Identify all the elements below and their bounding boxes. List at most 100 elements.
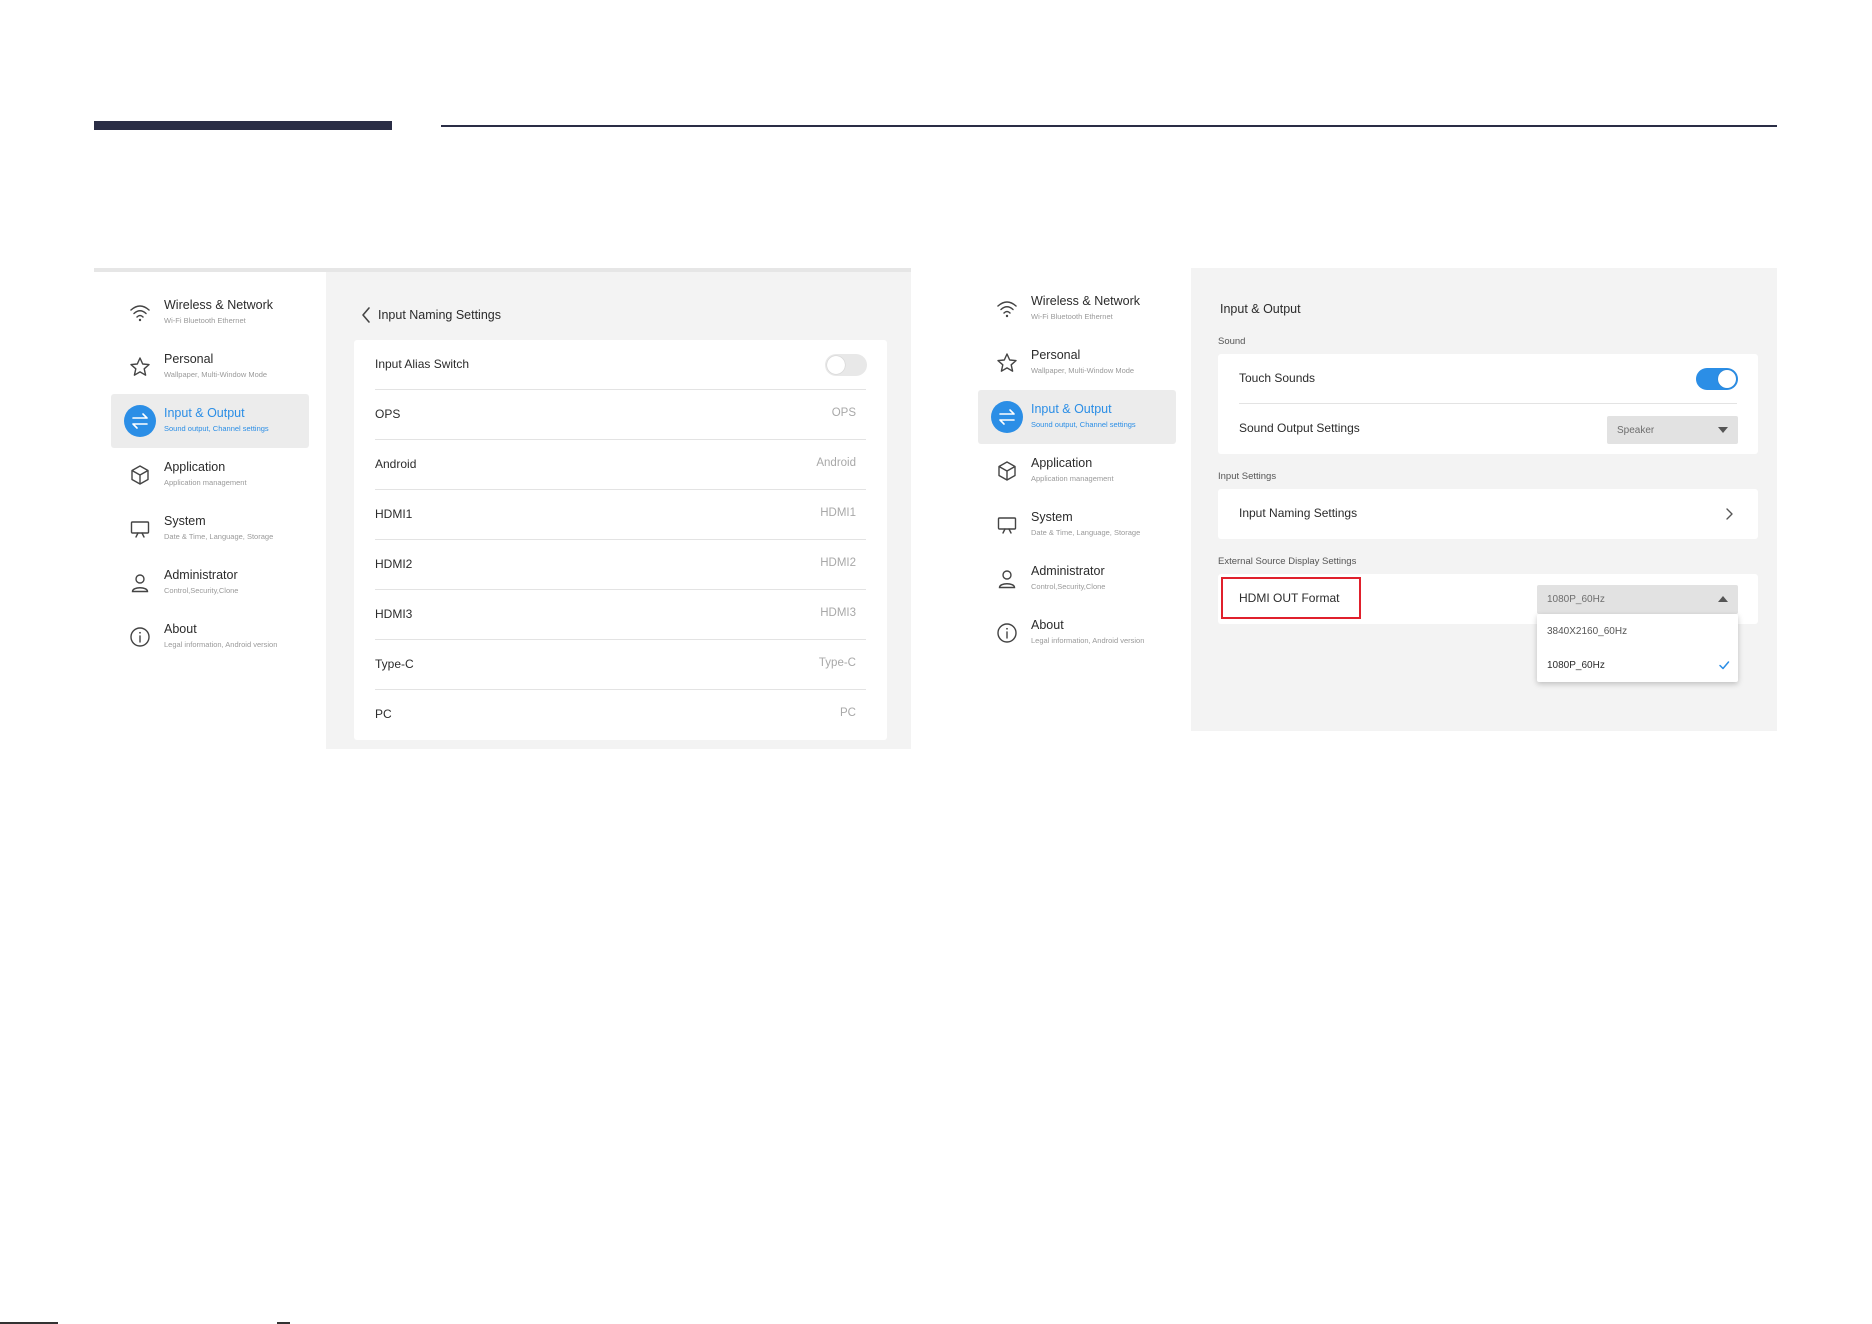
sidebar-item-application[interactable]: Application Application management [978,444,1176,498]
sound-output-dropdown[interactable]: Speaker [1607,416,1738,444]
sidebar-item-administrator[interactable]: Administrator Control,Security,Clone [111,556,309,610]
row-label: Input Alias Switch [375,357,470,371]
monitor-icon [124,513,156,545]
sidebar-item-system[interactable]: System Date & Time, Language, Storage [111,502,309,556]
caret-down-icon [1718,427,1728,433]
highlight-box [1221,577,1361,619]
row-value: Type-C [818,657,856,669]
star-icon [991,347,1023,379]
sidebar-item-subtitle: Wi-Fi Bluetooth Ethernet [164,316,246,325]
row-value: HDMI3 [820,607,856,619]
sidebar-item-personal[interactable]: Personal Wallpaper, Multi-Window Mode [111,340,309,394]
sidebar-item-subtitle: Wallpaper, Multi-Window Mode [164,370,268,379]
touch-sounds-toggle[interactable] [1696,368,1738,390]
swap-arrows-icon [124,405,156,437]
section-label-external-source: External Source Display Settings [1218,556,1357,567]
hdmi-out-format-dropdown[interactable]: 1080P_60Hz [1537,585,1738,614]
sidebar-item-title: About [1031,618,1064,632]
sidebar-item-title: System [164,514,206,528]
input-row-hdmi2[interactable]: HDMI2 HDMI2 [354,540,887,590]
option-label: 3840X2160_60Hz [1547,626,1628,637]
sound-output-row[interactable]: Sound Output Settings Speaker [1218,404,1758,454]
row-value: OPS [831,407,856,419]
sidebar-item-about[interactable]: About Legal information, Android version [111,610,309,664]
hdmi-out-format-options: 3840X2160_60Hz 1080P_60Hz [1537,614,1738,682]
option-label: 1080P_60Hz [1547,660,1605,671]
sidebar-item-application[interactable]: Application Application management [111,448,309,502]
input-row-pc[interactable]: PC PC [354,690,887,740]
dropdown-option[interactable]: 3840X2160_60Hz [1537,614,1738,648]
sidebar-item-subtitle: Application management [1031,474,1114,483]
row-value: Android [816,457,856,469]
back-arrow-icon[interactable] [360,306,372,324]
dropdown-value: Speaker [1617,425,1655,436]
sound-card: Touch Sounds Sound Output Settings Speak… [1218,354,1758,454]
settings-sidebar: Wireless & Network Wi-Fi Bluetooth Ether… [94,272,326,749]
sidebar-item-about[interactable]: About Legal information, Android version [978,606,1176,660]
sidebar-item-title: Personal [1031,348,1081,362]
row-label: Input Naming Settings [1239,506,1358,520]
touch-sounds-row[interactable]: Touch Sounds [1218,354,1758,404]
section-label-sound: Sound [1218,336,1246,347]
header-rule-thick [94,121,392,130]
info-icon [124,621,156,653]
toggle-knob [1718,370,1736,388]
wifi-icon [124,297,156,329]
sidebar-item-administrator[interactable]: Administrator Control,Security,Clone [978,552,1176,606]
row-value: PC [840,707,856,719]
sidebar-item-title: Personal [164,352,214,366]
page-title: Input Naming Settings [378,308,501,322]
sidebar-item-personal[interactable]: Personal Wallpaper, Multi-Window Mode [978,336,1176,390]
settings-main-panel: Input Naming Settings Input Alias Switch… [326,272,911,749]
right-screenshot: Wireless & Network Wi-Fi Bluetooth Ether… [961,268,1777,731]
sidebar-item-subtitle: Sound output, Channel settings [164,424,269,433]
row-label: Type-C [375,657,414,671]
left-screenshot: Wireless & Network Wi-Fi Bluetooth Ether… [94,268,911,749]
cube-icon [991,455,1023,487]
settings-main-panel: Input & Output Sound Touch Sounds Sound … [1191,268,1777,731]
header-rule-thin [441,125,1777,127]
sidebar-item-subtitle: Wi-Fi Bluetooth Ethernet [1031,312,1113,321]
input-row-android[interactable]: Android Android [354,440,887,490]
row-label: Sound Output Settings [1239,421,1360,435]
sidebar-item-system[interactable]: System Date & Time, Language, Storage [978,498,1176,552]
person-icon [124,567,156,599]
sidebar-item-title: Wireless & Network [164,298,274,312]
sidebar-item-subtitle: Sound output, Channel settings [1031,420,1136,429]
sidebar-item-title: Application [1031,456,1093,470]
sidebar-item-title: Wireless & Network [1031,294,1141,308]
chevron-right-icon [1726,508,1733,520]
input-row-hdmi1[interactable]: HDMI1 HDMI1 [354,490,887,540]
checkmark-icon [1719,661,1730,670]
dropdown-option-selected[interactable]: 1080P_60Hz [1537,648,1738,682]
sidebar-item-subtitle: Date & Time, Language, Storage [164,532,274,541]
input-naming-settings-row[interactable]: Input Naming Settings [1218,489,1758,539]
input-naming-card: Input Alias Switch OPS OPS Android Andro… [354,340,887,740]
sidebar-item-title: Administrator [164,568,238,582]
input-settings-card: Input Naming Settings [1218,489,1758,539]
star-icon [124,351,156,383]
sidebar-item-subtitle: Legal information, Android version [164,640,278,649]
input-alias-switch-row[interactable]: Input Alias Switch [354,340,887,390]
input-row-hdmi3[interactable]: HDMI3 HDMI3 [354,590,887,640]
sidebar-item-title: About [164,622,197,636]
sidebar-item-wireless-network[interactable]: Wireless & Network Wi-Fi Bluetooth Ether… [978,282,1176,336]
sidebar-item-input-output[interactable]: Input & Output Sound output, Channel set… [978,390,1176,444]
input-alias-toggle[interactable] [825,354,867,376]
sidebar-item-wireless-network[interactable]: Wireless & Network Wi-Fi Bluetooth Ether… [111,286,309,340]
wifi-icon [991,293,1023,325]
sidebar-item-subtitle: Control,Security,Clone [1031,582,1106,591]
sidebar-item-title: Input & Output [164,406,245,420]
row-value: HDMI1 [820,507,856,519]
input-row-ops[interactable]: OPS OPS [354,390,887,440]
row-value: HDMI2 [820,557,856,569]
info-icon [991,617,1023,649]
section-label-input-settings: Input Settings [1218,471,1277,482]
row-label: OPS [375,407,401,421]
page-title: Input & Output [1220,302,1301,316]
sidebar-item-subtitle: Date & Time, Language, Storage [1031,528,1141,537]
row-label: PC [375,707,392,721]
row-label: HDMI1 [375,507,413,521]
input-row-type-c[interactable]: Type-C Type-C [354,640,887,690]
sidebar-item-input-output[interactable]: Input & Output Sound output, Channel set… [111,394,309,448]
